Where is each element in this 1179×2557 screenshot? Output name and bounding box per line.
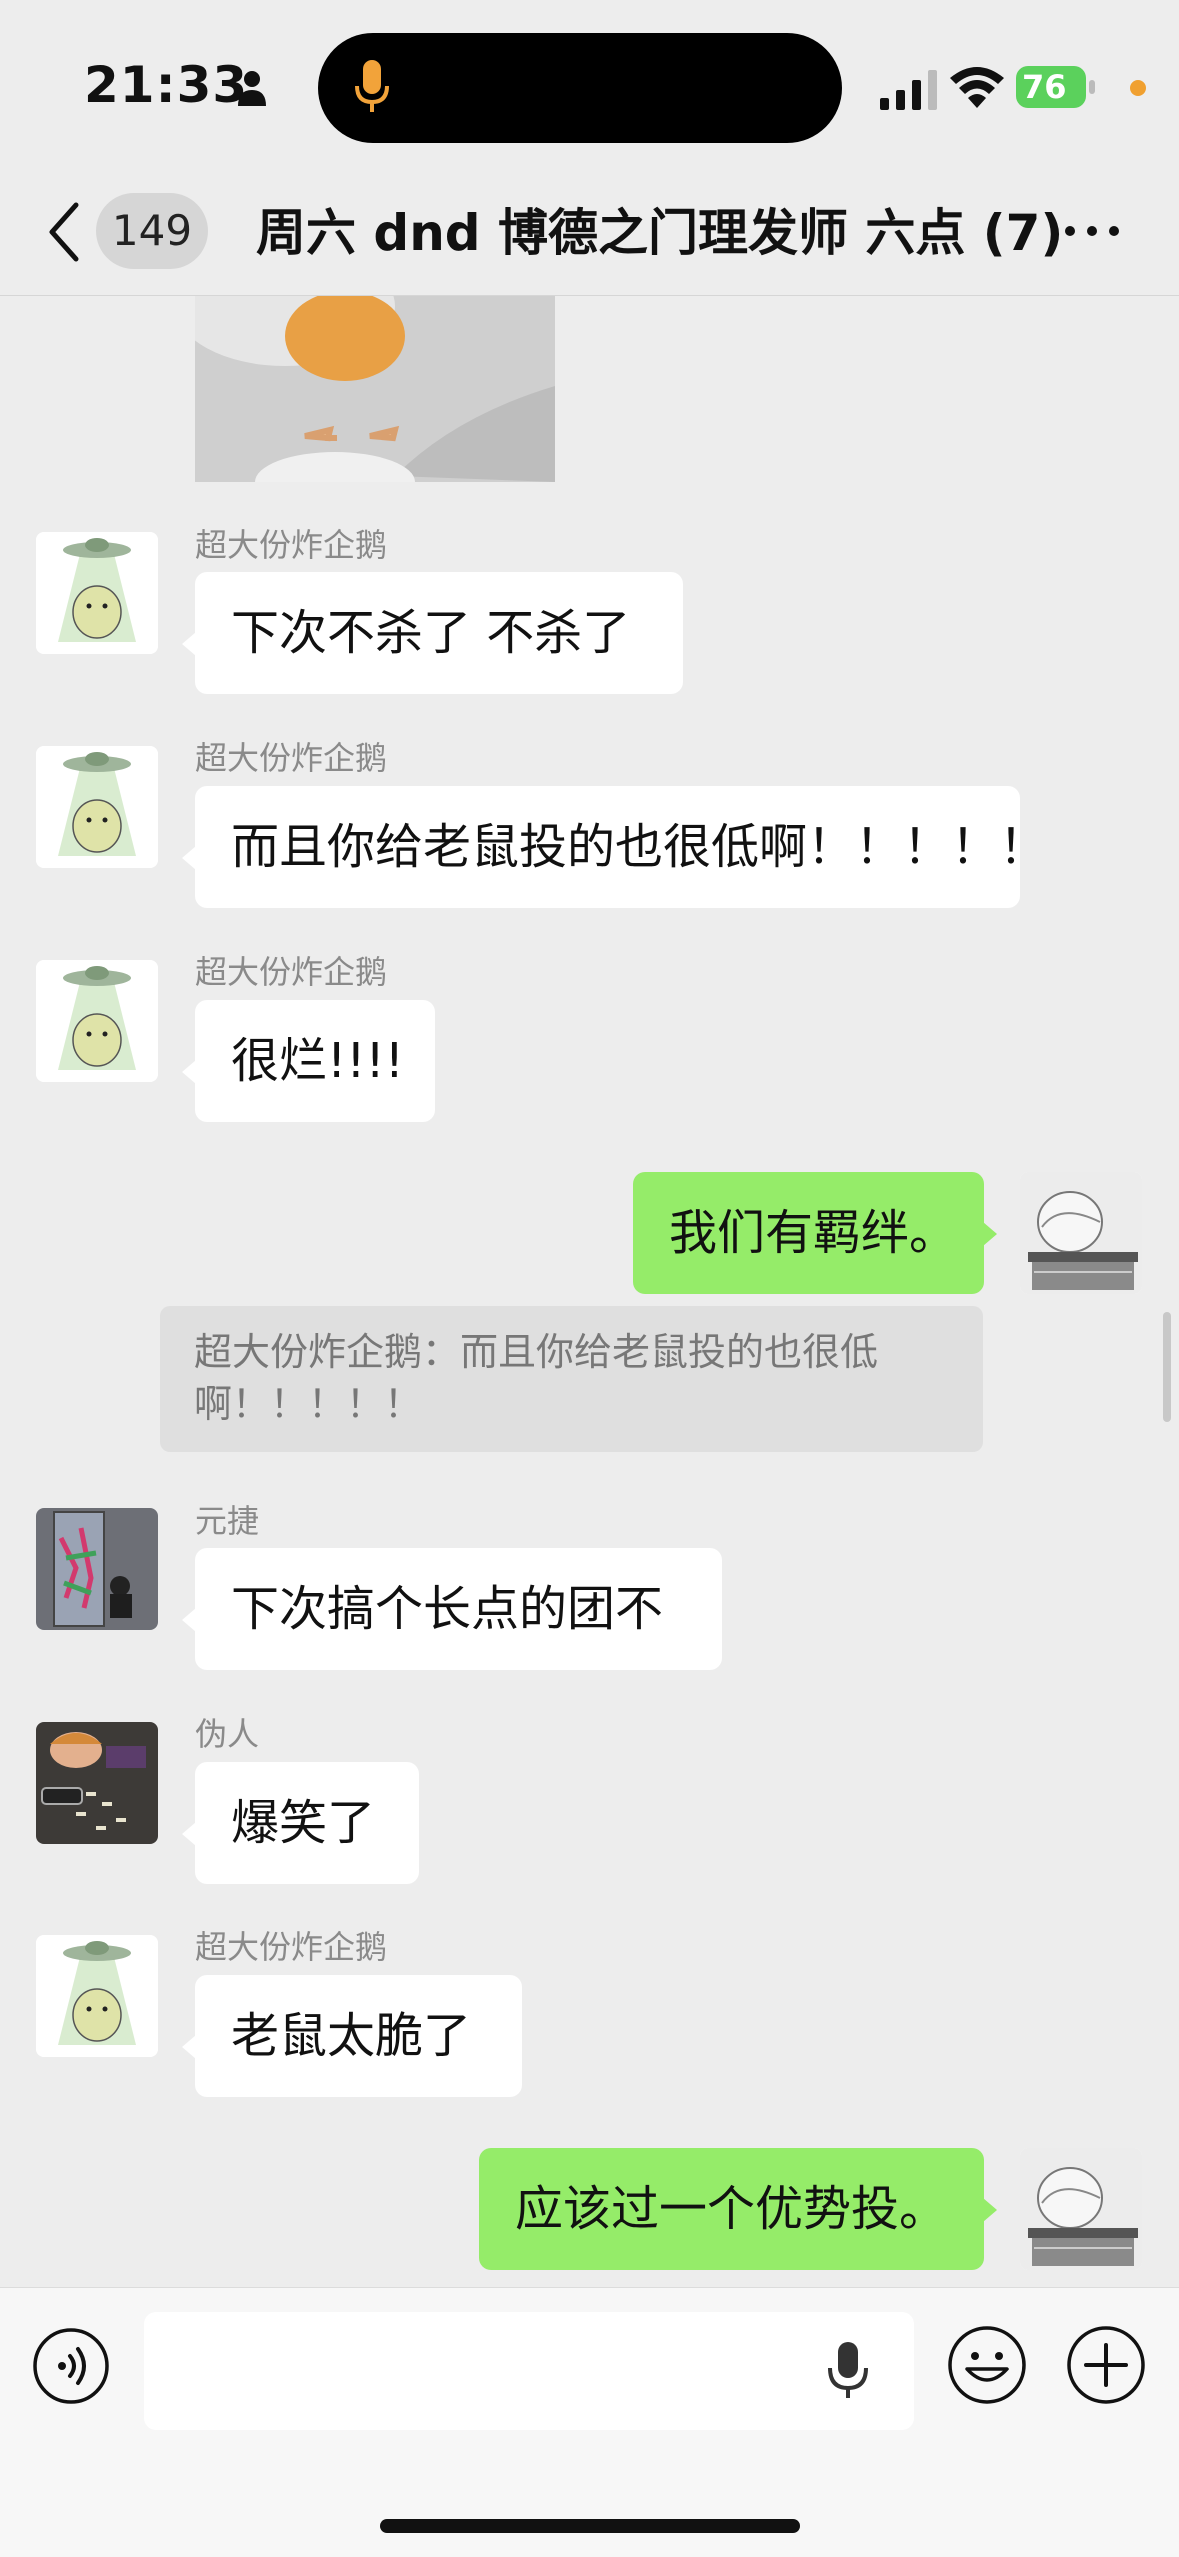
- sticker-image: [195, 296, 555, 482]
- message-list[interactable]: 超大份炸企鹅 下次不杀了 不杀了 超大份炸企鹅 而且你给老鼠投的也很低啊！！！！…: [0, 296, 1179, 2286]
- emoji-icon[interactable]: [947, 2325, 1027, 2405]
- avatar-penguin[interactable]: [36, 1935, 158, 2057]
- avatar-weiren[interactable]: [36, 1722, 158, 1844]
- unread-count-badge[interactable]: 149: [96, 193, 208, 269]
- avatar-penguin[interactable]: [36, 746, 158, 868]
- sender-name: 超大份炸企鹅: [195, 953, 388, 991]
- sender-name: 超大份炸企鹅: [195, 526, 388, 564]
- sender-name: 超大份炸企鹅: [195, 1928, 388, 1966]
- sender-name: 超大份炸企鹅: [195, 739, 388, 777]
- incoming-message-bubble[interactable]: 很烂!!!!: [195, 1000, 435, 1122]
- incoming-message-bubble[interactable]: 老鼠太脆了: [195, 1975, 522, 2097]
- incoming-message-bubble[interactable]: 下次搞个长点的团不: [195, 1548, 722, 1670]
- sender-name: 元捷: [195, 1502, 260, 1540]
- microphone-icon[interactable]: [826, 2340, 870, 2402]
- cellular-signal-icon: [880, 70, 937, 110]
- battery-indicator: 76: [1016, 66, 1096, 108]
- outgoing-message-bubble[interactable]: 我们有羁绊。: [633, 1172, 984, 1294]
- back-chevron-icon[interactable]: [44, 201, 84, 263]
- plus-icon[interactable]: [1066, 2325, 1146, 2405]
- avatar-penguin[interactable]: [36, 960, 158, 1082]
- outgoing-message-bubble[interactable]: 应该过一个优势投。: [479, 2148, 984, 2270]
- status-bar: 21:33 76: [0, 0, 1179, 175]
- wifi-icon: [950, 67, 1004, 108]
- voice-mode-icon[interactable]: [32, 2327, 110, 2405]
- status-time: 21:33: [84, 56, 249, 114]
- avatar-yuanjie[interactable]: [36, 1508, 158, 1630]
- avatar-penguin[interactable]: [36, 532, 158, 654]
- message-input[interactable]: [144, 2312, 914, 2430]
- more-options-icon[interactable]: [1062, 221, 1122, 241]
- incoming-message-bubble[interactable]: 而且你给老鼠投的也很低啊！！！！！: [195, 786, 1047, 908]
- incoming-message-bubble[interactable]: 爆笑了: [195, 1762, 419, 1884]
- quoted-message[interactable]: 超大份炸企鹅：而且你给老鼠投的也很低啊！！！！！: [160, 1306, 983, 1452]
- home-indicator[interactable]: [380, 2519, 800, 2533]
- privacy-indicator-dot: [1130, 80, 1146, 96]
- scrollbar-thumb[interactable]: [1163, 1312, 1171, 1422]
- image-message[interactable]: [195, 296, 555, 482]
- input-bar: [0, 2287, 1179, 2557]
- incoming-message-bubble[interactable]: 下次不杀了 不杀了: [195, 572, 683, 694]
- avatar-self[interactable]: [1020, 1172, 1142, 1294]
- microphone-indicator-icon: [355, 60, 389, 112]
- person-icon: [238, 71, 266, 106]
- avatar-self[interactable]: [1020, 2148, 1142, 2270]
- chat-header: 149 周六 dnd 博德之门理发师 六点 (7): [0, 175, 1179, 296]
- dynamic-island: [318, 33, 842, 143]
- battery-level: 76: [1022, 68, 1067, 106]
- sender-name: 伪人: [195, 1715, 260, 1753]
- chat-title: 周六 dnd 博德之门理发师 六点 (7): [256, 204, 1064, 262]
